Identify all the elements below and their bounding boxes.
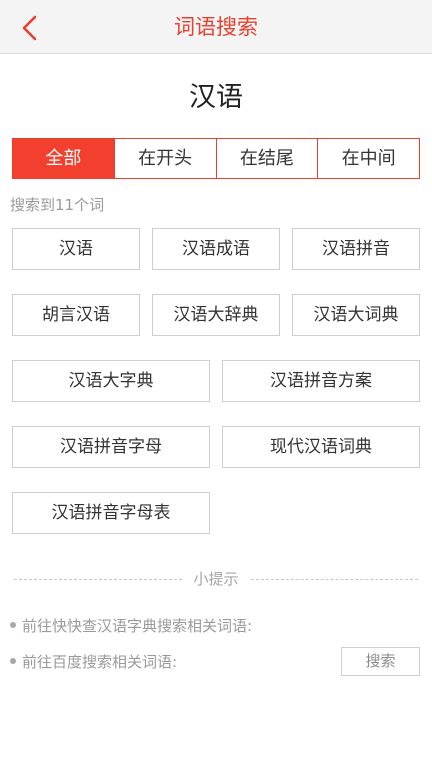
- dashed-line: [14, 578, 182, 580]
- baidu-search-button[interactable]: 搜索: [341, 647, 420, 676]
- position-filter-tabs: 全部 在开头 在结尾 在中间: [12, 138, 420, 179]
- query-word: 汉语: [189, 82, 243, 113]
- dashed-line: [250, 578, 419, 580]
- word-result-button[interactable]: 汉语大字典: [12, 360, 210, 402]
- word-result-button[interactable]: 现代汉语词典: [222, 426, 420, 468]
- app-header: 词语搜索: [0, 0, 432, 54]
- word-result-button[interactable]: 汉语: [12, 228, 140, 270]
- word-result-button[interactable]: 汉语拼音字母: [12, 426, 210, 468]
- tips-label: 小提示: [193, 570, 239, 588]
- word-result-button[interactable]: 汉语拼音字母表: [12, 492, 210, 534]
- word-result-button[interactable]: 汉语拼音: [292, 228, 420, 270]
- tip-kuaikuaicha[interactable]: 前往快快查汉语字典搜索相关词语:: [10, 610, 420, 640]
- tab-at-end[interactable]: 在结尾: [215, 139, 318, 178]
- result-count: 搜索到11个词: [10, 196, 105, 214]
- word-result-button[interactable]: 汉语大词典: [292, 294, 420, 336]
- tab-at-start[interactable]: 在开头: [113, 139, 216, 178]
- tip-text: 前往百度搜索相关词语:: [22, 652, 178, 671]
- tips-divider: 小提示: [14, 568, 419, 590]
- tab-in-middle[interactable]: 在中间: [317, 139, 419, 178]
- word-result-button[interactable]: 胡言汉语: [12, 294, 140, 336]
- tip-text: 前往快快查汉语字典搜索相关词语:: [22, 616, 253, 635]
- word-result-button[interactable]: 汉语拼音方案: [222, 360, 420, 402]
- tab-all[interactable]: 全部: [13, 139, 114, 178]
- bullet-icon: [10, 658, 16, 664]
- word-result-button[interactable]: 汉语大辞典: [152, 294, 280, 336]
- bullet-icon: [10, 622, 16, 628]
- page-title: 词语搜索: [174, 15, 258, 39]
- word-result-button[interactable]: 汉语成语: [152, 228, 280, 270]
